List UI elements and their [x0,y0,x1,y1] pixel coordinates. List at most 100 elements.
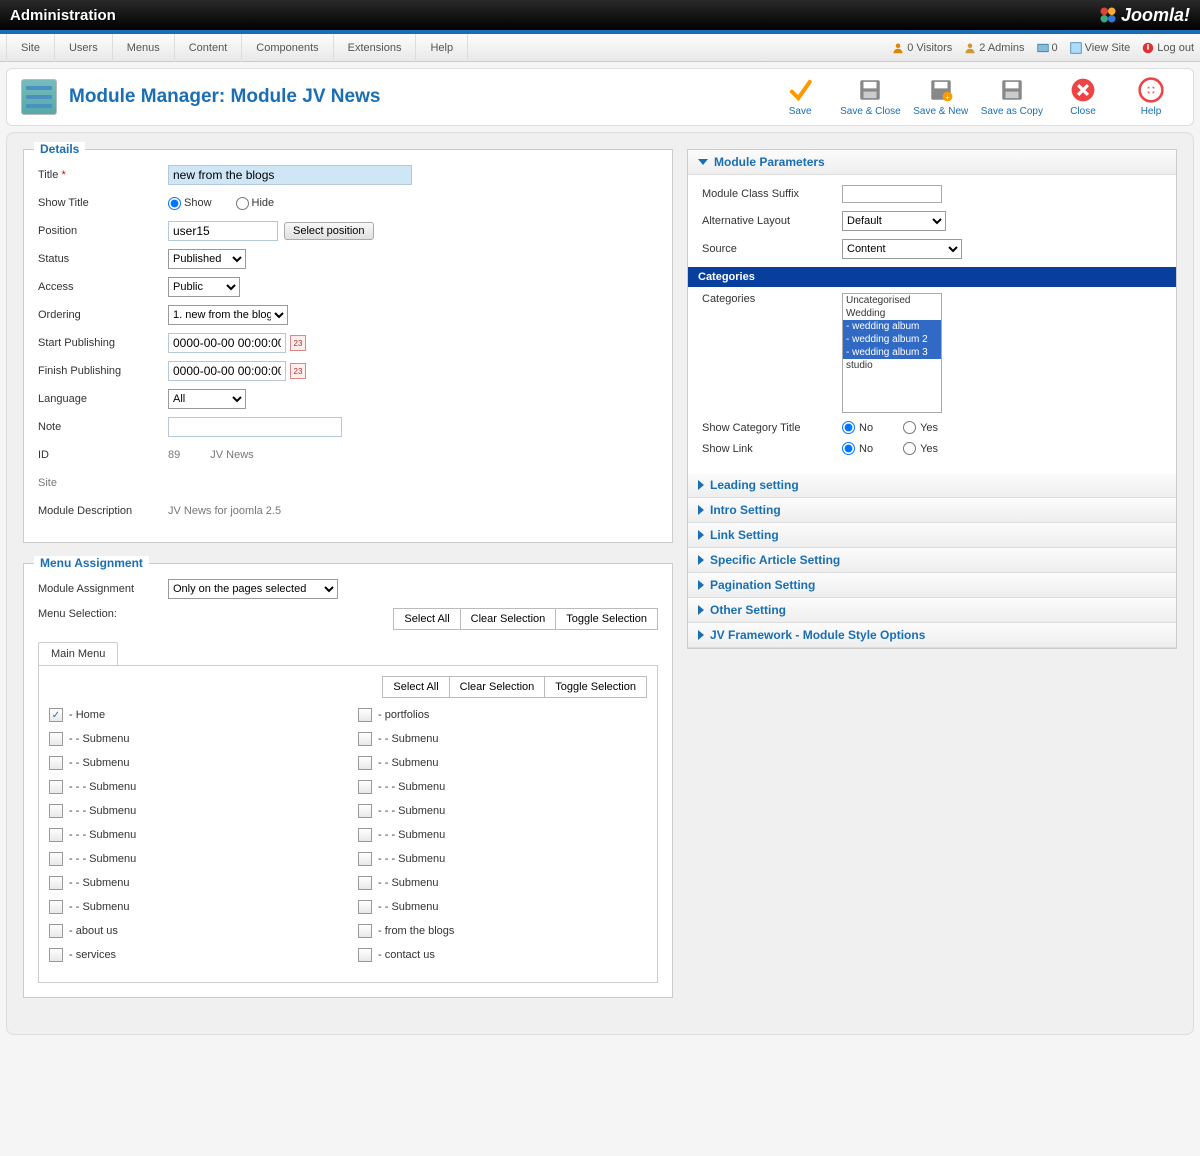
help-button[interactable]: Help [1123,77,1179,117]
menu-users[interactable]: Users [55,34,113,62]
checkbox-icon[interactable] [358,732,372,746]
checkbox-icon[interactable] [358,756,372,770]
calendar-icon[interactable]: 23 [290,335,306,351]
checkbox-icon[interactable] [49,900,63,914]
menu-item[interactable]: - contact us [358,948,647,962]
menu-item[interactable]: - - Submenu [49,732,338,746]
startpub-input[interactable] [168,333,286,353]
view-site-link[interactable]: View Site [1070,42,1131,54]
menu-item[interactable]: - - - Submenu [49,852,338,866]
checkbox-icon[interactable] [358,948,372,962]
acc-section[interactable]: Leading setting [688,473,1176,498]
checkbox-icon[interactable]: ✓ [49,708,63,722]
menu-components[interactable]: Components [242,34,333,62]
showlink-yes[interactable]: Yes [903,442,938,455]
acc-module-params[interactable]: Module Parameters [688,150,1176,175]
acc-section[interactable]: JV Framework - Module Style Options [688,623,1176,648]
checkbox-icon[interactable] [49,828,63,842]
save-new-button[interactable]: +Save & New [913,77,969,117]
note-input[interactable] [168,417,342,437]
language-select[interactable]: All [168,389,246,409]
acc-section[interactable]: Other Setting [688,598,1176,623]
menu-item[interactable]: - - - Submenu [49,804,338,818]
clearselection-button[interactable]: Clear Selection [460,608,557,630]
modassign-select[interactable]: Only on the pages selected [168,579,338,599]
mcs-input[interactable] [842,185,942,203]
menu-item[interactable]: - - Submenu [49,876,338,890]
checkbox-icon[interactable] [49,756,63,770]
save-button[interactable]: Save [772,77,828,117]
menu-item[interactable]: - portfolios [358,708,647,722]
menu-item[interactable]: - - Submenu [358,876,647,890]
close-button[interactable]: Close [1055,77,1111,117]
status-messages[interactable]: 0 [1037,42,1058,54]
menu-item[interactable]: - - - Submenu [358,828,647,842]
save-copy-button[interactable]: Save as Copy [981,77,1043,117]
acc-section[interactable]: Pagination Setting [688,573,1176,598]
radio-show[interactable]: Show [168,197,212,210]
checkbox-icon[interactable] [49,804,63,818]
category-option[interactable]: Uncategorised [843,294,941,307]
alt-select[interactable]: Default [842,211,946,231]
radio-hide[interactable]: Hide [236,197,275,210]
menu-site[interactable]: Site [6,34,55,62]
menu-item[interactable]: - - - Submenu [358,852,647,866]
showcat-yes[interactable]: Yes [903,421,938,434]
menu-item[interactable]: - - Submenu [49,900,338,914]
toggleselection-button[interactable]: Toggle Selection [555,608,658,630]
menu-item[interactable]: - - - Submenu [358,804,647,818]
menu-item[interactable]: - - - Submenu [49,780,338,794]
menu-help[interactable]: Help [416,34,468,62]
ordering-select[interactable]: 1. new from the blogs [168,305,288,325]
category-option[interactable]: - wedding album 3 [843,346,941,359]
menu-item[interactable]: - - Submenu [358,732,647,746]
checkbox-icon[interactable] [358,852,372,866]
calendar-icon[interactable]: 23 [290,363,306,379]
tab-selectall-button[interactable]: Select All [382,676,449,698]
category-option[interactable]: - wedding album [843,320,941,333]
access-select[interactable]: Public [168,277,240,297]
checkbox-icon[interactable] [358,708,372,722]
menu-item[interactable]: - - Submenu [358,900,647,914]
category-option[interactable]: Wedding [843,307,941,320]
acc-section[interactable]: Specific Article Setting [688,548,1176,573]
acc-section[interactable]: Intro Setting [688,498,1176,523]
checkbox-icon[interactable] [358,900,372,914]
menu-menus[interactable]: Menus [113,34,175,62]
source-select[interactable]: Content [842,239,962,259]
checkbox-icon[interactable] [49,948,63,962]
showcat-no[interactable]: No [842,421,873,434]
select-position-button[interactable]: Select position [284,222,374,240]
showlink-no[interactable]: No [842,442,873,455]
menu-item[interactable]: - - Submenu [49,756,338,770]
status-select[interactable]: Published [168,249,246,269]
checkbox-icon[interactable] [49,924,63,938]
menu-extensions[interactable]: Extensions [334,34,417,62]
checkbox-icon[interactable] [49,780,63,794]
checkbox-icon[interactable] [49,852,63,866]
checkbox-icon[interactable] [358,804,372,818]
menu-item[interactable]: ✓- Home [49,708,338,722]
logout-link[interactable]: Log out [1142,42,1194,54]
category-option[interactable]: studio [843,359,941,372]
tab-clearselection-button[interactable]: Clear Selection [449,676,546,698]
menu-item[interactable]: - from the blogs [358,924,647,938]
checkbox-icon[interactable] [358,828,372,842]
category-option[interactable]: - wedding album 2 [843,333,941,346]
tab-toggleselection-button[interactable]: Toggle Selection [544,676,647,698]
checkbox-icon[interactable] [49,732,63,746]
menu-item[interactable]: - - Submenu [358,756,647,770]
menu-item[interactable]: - services [49,948,338,962]
checkbox-icon[interactable] [49,876,63,890]
checkbox-icon[interactable] [358,924,372,938]
acc-section[interactable]: Link Setting [688,523,1176,548]
checkbox-icon[interactable] [358,876,372,890]
position-input[interactable] [168,221,278,241]
menu-item[interactable]: - about us [49,924,338,938]
finishpub-input[interactable] [168,361,286,381]
title-input[interactable] [168,165,412,185]
menu-content[interactable]: Content [175,34,243,62]
menu-item[interactable]: - - - Submenu [358,780,647,794]
selectall-button[interactable]: Select All [393,608,460,630]
menu-item[interactable]: - - - Submenu [49,828,338,842]
